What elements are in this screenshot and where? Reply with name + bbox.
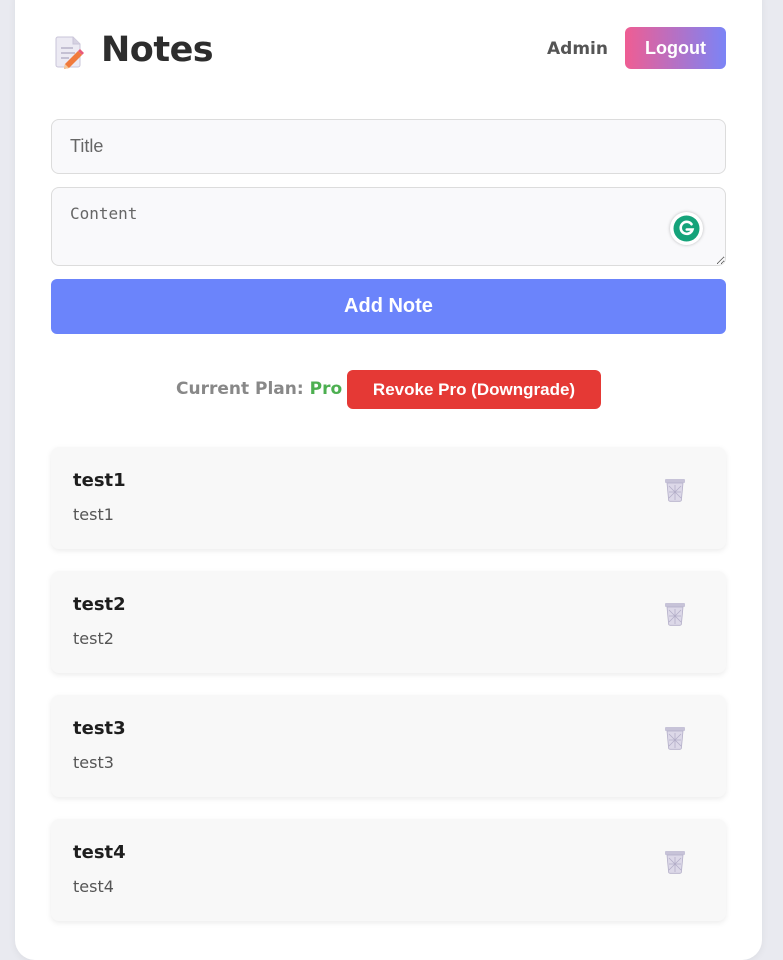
note-body: test2 bbox=[73, 629, 114, 648]
note-title: test1 bbox=[73, 470, 126, 491]
note-body: test1 bbox=[73, 505, 114, 524]
trash-icon[interactable] bbox=[663, 600, 687, 626]
notes-list: test1 test1 test2 test2 test3 test3 test… bbox=[51, 447, 726, 943]
trash-icon[interactable] bbox=[663, 724, 687, 750]
note-card: test4 test4 bbox=[51, 819, 726, 921]
app-title: Notes bbox=[51, 28, 214, 72]
grammarly-icon[interactable] bbox=[670, 212, 703, 245]
memo-icon bbox=[51, 28, 85, 72]
plan-value: Pro bbox=[309, 379, 343, 399]
note-body: test3 bbox=[73, 753, 114, 772]
note-card: test2 test2 bbox=[51, 571, 726, 673]
trash-icon[interactable] bbox=[663, 848, 687, 874]
plan-row: Current Plan: Pro Revoke Pro (Downgrade) bbox=[15, 370, 762, 410]
logout-button[interactable]: Logout bbox=[625, 27, 726, 69]
user-name: Admin bbox=[547, 39, 608, 59]
current-plan-label: Current Plan: Pro bbox=[176, 379, 343, 399]
note-title: test3 bbox=[73, 718, 126, 739]
note-card: test3 test3 bbox=[51, 695, 726, 797]
note-card: test1 test1 bbox=[51, 447, 726, 549]
add-note-button[interactable]: Add Note bbox=[51, 279, 726, 334]
note-title: test4 bbox=[73, 842, 126, 863]
note-body: test4 bbox=[73, 877, 114, 896]
header: Notes Admin Logout bbox=[51, 27, 726, 72]
note-title: test2 bbox=[73, 594, 126, 615]
revoke-pro-button[interactable]: Revoke Pro (Downgrade) bbox=[347, 370, 601, 409]
page-title: Notes bbox=[101, 30, 214, 70]
notes-card: Notes Admin Logout Add Note Current Plan… bbox=[15, 0, 762, 960]
trash-icon[interactable] bbox=[663, 476, 687, 502]
content-textarea[interactable] bbox=[51, 187, 726, 266]
title-input[interactable] bbox=[51, 119, 726, 174]
